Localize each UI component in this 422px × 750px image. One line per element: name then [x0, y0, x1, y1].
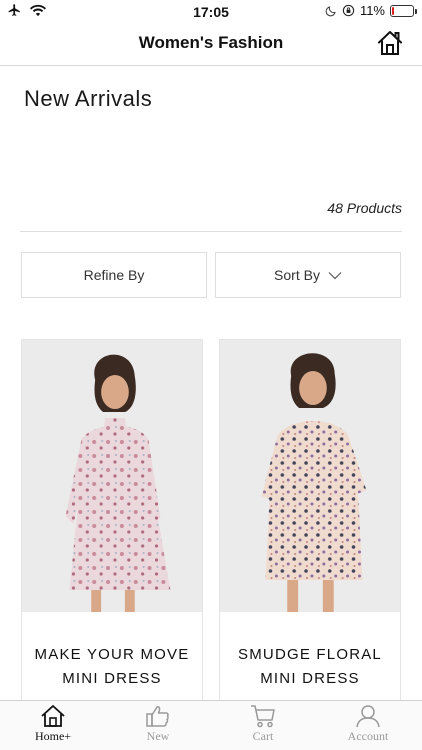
tab-home[interactable]: Home+	[11, 704, 95, 750]
tab-label: Cart	[252, 729, 274, 743]
refine-by-button[interactable]: Refine By	[21, 252, 207, 298]
status-bar: 17:05 11%	[0, 0, 422, 24]
home-icon	[378, 31, 402, 55]
battery-icon	[390, 4, 417, 17]
section-heading: New Arrivals	[24, 86, 153, 111]
person-icon	[356, 705, 380, 728]
orientation-lock-icon	[342, 4, 355, 17]
tab-cart[interactable]: Cart	[221, 704, 305, 750]
tab-bar: Home+ New Cart Account	[0, 700, 422, 750]
product-image[interactable]	[22, 340, 202, 612]
chevron-down-icon	[328, 271, 342, 279]
tab-label: Home+	[34, 729, 72, 743]
product-card[interactable]: SMUDGE FLORAL MINI DRESS	[219, 339, 401, 701]
nav-bar: Women's Fashion	[0, 24, 422, 66]
moon-icon	[325, 5, 336, 16]
status-right: 11%	[325, 3, 417, 18]
sort-by-label: Sort By	[274, 267, 320, 283]
product-name[interactable]: SMUDGE FLORAL MINI DRESS	[220, 643, 400, 691]
page-title: Women's Fashion	[138, 33, 284, 52]
product-name-line: MAKE YOUR MOVE	[34, 646, 190, 663]
product-image[interactable]	[220, 340, 400, 612]
product-name[interactable]: MAKE YOUR MOVE MINI DRESS	[22, 643, 202, 691]
thumbs-up-icon	[146, 706, 169, 727]
tab-new[interactable]: New	[116, 704, 200, 750]
product-name-line: SMUDGE FLORAL	[238, 646, 382, 663]
refine-by-label: Refine By	[83, 267, 145, 283]
sort-by-button[interactable]: Sort By	[215, 252, 401, 298]
divider	[20, 231, 402, 232]
product-name-line: MINI DRESS	[260, 670, 360, 687]
tab-account[interactable]: Account	[326, 704, 410, 750]
product-card[interactable]: MAKE YOUR MOVE MINI DRESS	[21, 339, 203, 701]
home-icon	[41, 705, 65, 727]
battery-fill	[392, 6, 394, 15]
battery-percent: 11%	[359, 3, 385, 18]
tab-label: New	[146, 729, 170, 743]
tab-label: Account	[347, 729, 389, 743]
product-name-line: MINI DRESS	[62, 670, 162, 687]
cart-icon	[251, 705, 275, 728]
product-count: 48 Products	[327, 200, 402, 216]
home-button[interactable]	[376, 29, 404, 57]
